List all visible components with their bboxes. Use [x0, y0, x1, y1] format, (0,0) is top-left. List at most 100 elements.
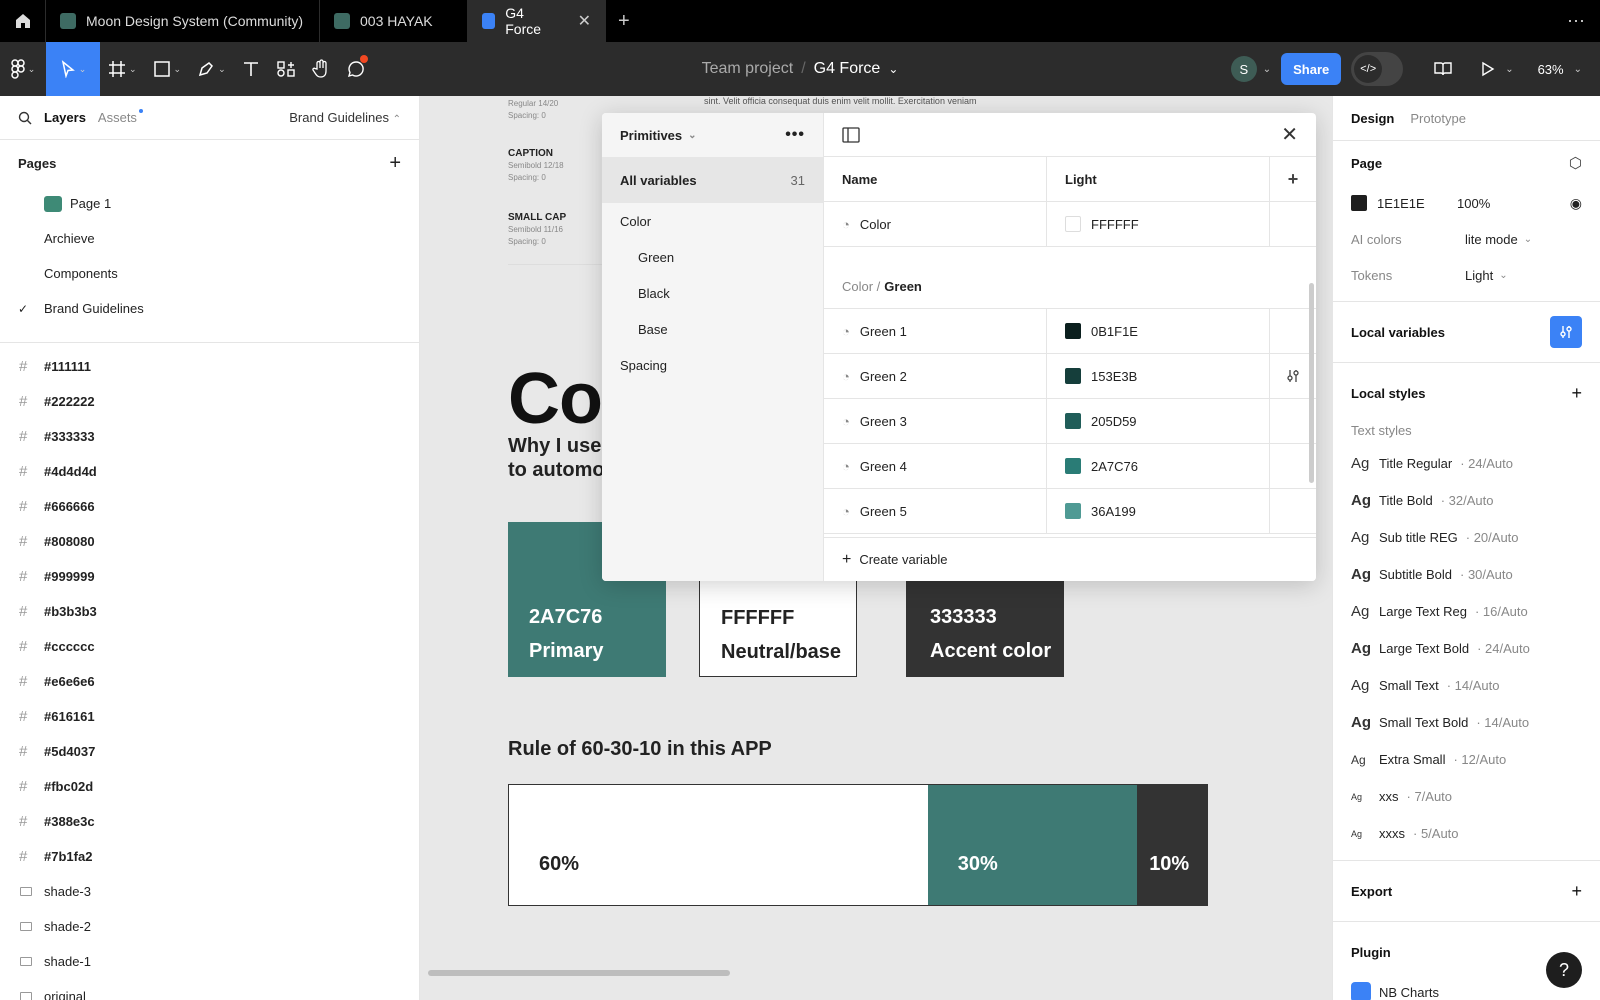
team-link[interactable]: Team project: [702, 60, 794, 78]
layer-item[interactable]: # #5d4037: [0, 734, 419, 769]
variable-value-cell[interactable]: 0B1F1E: [1047, 309, 1270, 353]
text-style-item[interactable]: Ag Large Text Bold · 24/Auto: [1351, 630, 1582, 667]
new-tab-button[interactable]: +: [606, 0, 642, 42]
variable-value-cell[interactable]: FFFFFF: [1047, 202, 1270, 246]
file-tab[interactable]: 003 HAYAK: [320, 0, 468, 42]
open-variables-button[interactable]: [1550, 316, 1582, 348]
group-item[interactable]: Base: [602, 311, 823, 347]
home-button[interactable]: [0, 0, 46, 42]
text-tool[interactable]: [234, 42, 268, 96]
group-item[interactable]: Black: [602, 275, 823, 311]
variable-value-cell[interactable]: 153E3B: [1047, 354, 1270, 398]
eye-icon[interactable]: ◉: [1570, 195, 1582, 212]
tab-layers[interactable]: Layers: [44, 110, 86, 125]
pen-tool[interactable]: ⌄: [189, 42, 234, 96]
tab-design[interactable]: Design: [1351, 111, 1394, 126]
layer-item[interactable]: # #e6e6e6: [0, 664, 419, 699]
chevron-down-icon[interactable]: ⌄: [1263, 64, 1271, 75]
search-icon[interactable]: [18, 111, 32, 125]
text-style-item[interactable]: Ag Title Bold · 32/Auto: [1351, 482, 1582, 519]
add-export-button[interactable]: +: [1571, 881, 1582, 902]
tokens-row[interactable]: Tokens Light ⌄: [1351, 257, 1582, 293]
layer-item[interactable]: # #616161: [0, 699, 419, 734]
add-style-button[interactable]: +: [1571, 383, 1582, 404]
layer-item[interactable]: shade-3: [0, 874, 419, 909]
zoom-level[interactable]: 63%: [1538, 62, 1564, 77]
dev-mode-toggle[interactable]: </>: [1351, 52, 1404, 86]
variable-value-cell[interactable]: 205D59: [1047, 399, 1270, 443]
layer-item[interactable]: original: [0, 979, 419, 1000]
all-variables-item[interactable]: All variables 31: [602, 157, 823, 203]
table-row[interactable]: ◔ Green 5 36A199: [824, 489, 1316, 534]
layer-item[interactable]: # #fbc02d: [0, 769, 419, 804]
close-tab-icon[interactable]: ✕: [578, 11, 591, 31]
layer-item[interactable]: # #333333: [0, 419, 419, 454]
group-item[interactable]: Color: [602, 203, 823, 239]
tab-prototype[interactable]: Prototype: [1410, 111, 1466, 126]
text-style-item[interactable]: Ag Small Text Bold · 14/Auto: [1351, 704, 1582, 741]
ai-colors-row[interactable]: AI colors lite mode ⌄: [1351, 221, 1582, 257]
sidebar-toggle-icon[interactable]: [842, 126, 860, 143]
layer-item[interactable]: # #388e3c: [0, 804, 419, 839]
page-item-current[interactable]: ✓ Brand Guidelines: [0, 291, 419, 326]
layer-item[interactable]: shade-1: [0, 944, 419, 979]
share-button[interactable]: Share: [1281, 53, 1342, 85]
text-style-item[interactable]: Ag Subtitle Bold · 30/Auto: [1351, 556, 1582, 593]
text-style-item[interactable]: Ag xxxs · 5/Auto: [1351, 815, 1582, 852]
page-item[interactable]: Page 1: [0, 186, 419, 221]
layer-item[interactable]: # #111111: [0, 349, 419, 384]
help-button[interactable]: ?: [1546, 952, 1582, 988]
text-style-item[interactable]: Ag Large Text Reg · 16/Auto: [1351, 593, 1582, 630]
layer-item[interactable]: # #808080: [0, 524, 419, 559]
layer-item[interactable]: # #7b1fa2: [0, 839, 419, 874]
table-row[interactable]: ◔ Color FFFFFF: [824, 202, 1316, 247]
layer-item[interactable]: # #cccccc: [0, 629, 419, 664]
layer-item[interactable]: # #4d4d4d: [0, 454, 419, 489]
page-item[interactable]: Components: [0, 256, 419, 291]
present-icon[interactable]: [1481, 61, 1495, 77]
settings-icon[interactable]: ⬡: [1569, 154, 1582, 172]
layer-item[interactable]: # #b3b3b3: [0, 594, 419, 629]
avatar[interactable]: S: [1230, 56, 1257, 82]
chevron-down-icon[interactable]: ⌄: [1574, 64, 1582, 75]
text-style-item[interactable]: Ag Title Regular · 24/Auto: [1351, 445, 1582, 482]
shape-tool[interactable]: ⌄: [145, 42, 190, 96]
add-mode-button[interactable]: +: [1270, 157, 1316, 201]
layer-item[interactable]: # #666666: [0, 489, 419, 524]
text-style-item[interactable]: Ag Small Text · 14/Auto: [1351, 667, 1582, 704]
collection-selector[interactable]: Primitives ⌄ •••: [602, 113, 823, 157]
more-icon[interactable]: •••: [785, 126, 805, 144]
layer-item[interactable]: shade-2: [0, 909, 419, 944]
hand-tool[interactable]: [304, 42, 338, 96]
text-style-item[interactable]: Ag Extra Small · 12/Auto: [1351, 741, 1582, 778]
main-menu-button[interactable]: ⌄: [0, 42, 46, 96]
create-variable-button[interactable]: + Create variable: [824, 537, 1316, 581]
text-style-item[interactable]: Ag Sub title REG · 20/Auto: [1351, 519, 1582, 556]
page-selector[interactable]: Brand Guidelines ⌃: [289, 110, 401, 125]
tab-assets[interactable]: Assets: [98, 109, 143, 125]
page-color-row[interactable]: 1E1E1E 100% ◉: [1351, 185, 1582, 221]
group-item[interactable]: Green: [602, 239, 823, 275]
more-menu-icon[interactable]: ⋯: [1553, 0, 1600, 42]
resources-tool[interactable]: [268, 42, 304, 96]
frame-tool[interactable]: ⌄: [100, 42, 145, 96]
file-tab-active[interactable]: G4 Force ✕: [468, 0, 606, 42]
move-tool[interactable]: ⌄: [46, 42, 100, 96]
close-icon[interactable]: ✕: [1281, 122, 1298, 147]
table-row[interactable]: ◔ Green 4 2A7C76: [824, 444, 1316, 489]
table-row[interactable]: ◔ Green 3 205D59: [824, 399, 1316, 444]
mode-column-header[interactable]: Light: [1047, 157, 1270, 201]
file-name[interactable]: G4 Force: [814, 60, 881, 78]
library-icon[interactable]: [1433, 61, 1453, 77]
chevron-down-icon[interactable]: ⌄: [888, 62, 898, 76]
page-item[interactable]: Archieve: [0, 221, 419, 256]
horizontal-scrollbar[interactable]: [428, 970, 730, 976]
add-page-button[interactable]: +: [389, 152, 401, 175]
table-row[interactable]: ◔ Green 1 0B1F1E: [824, 309, 1316, 354]
layer-item[interactable]: # #999999: [0, 559, 419, 594]
chevron-down-icon[interactable]: ⌄: [1505, 64, 1513, 75]
variable-value-cell[interactable]: 2A7C76: [1047, 444, 1270, 488]
vertical-scrollbar[interactable]: [1309, 283, 1314, 483]
file-tab[interactable]: Moon Design System (Community): [46, 0, 320, 42]
text-style-item[interactable]: Ag xxs · 7/Auto: [1351, 778, 1582, 815]
